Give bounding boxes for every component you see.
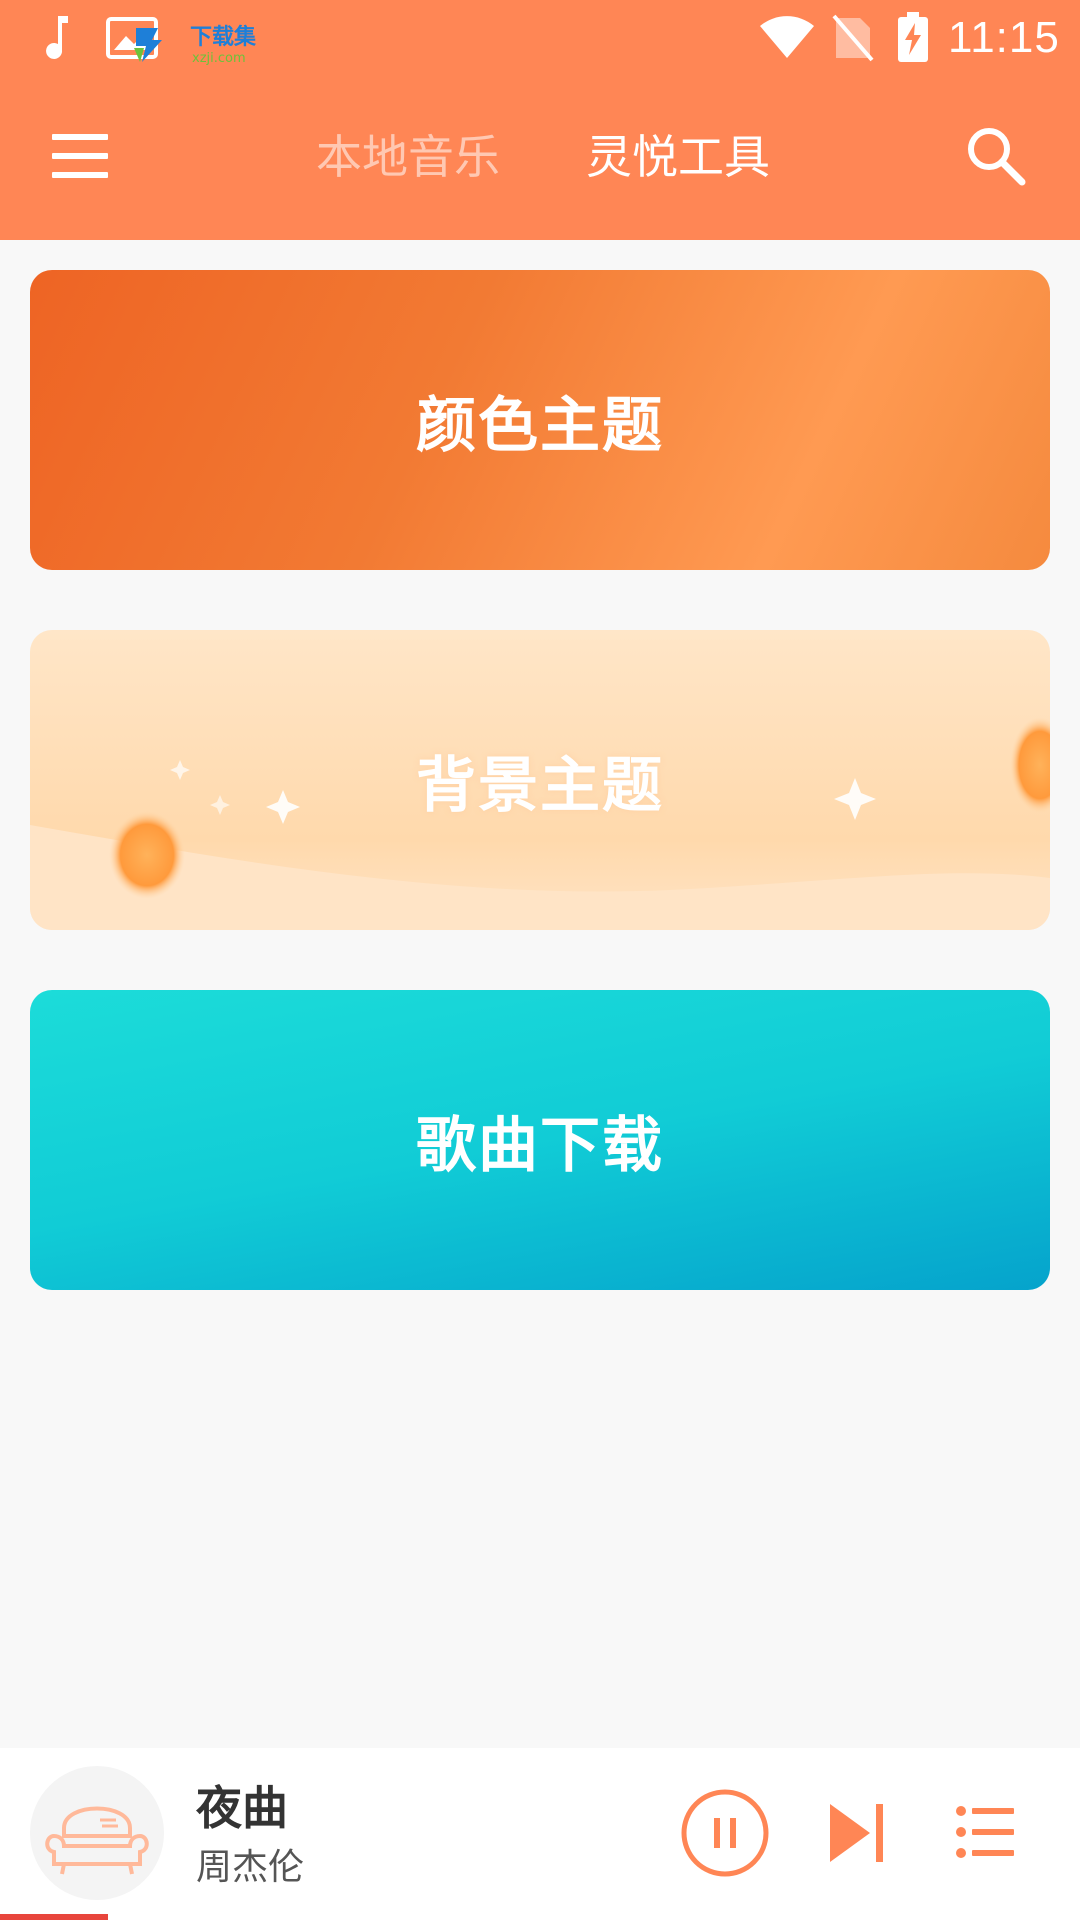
watermark-text: 下载集 — [190, 24, 257, 50]
toolbar: 本地音乐 灵悦工具 — [0, 78, 1080, 240]
tab-local-music[interactable]: 本地音乐 — [316, 122, 500, 192]
song-download-card[interactable]: 歌曲下载 — [30, 990, 1050, 1290]
sofa-placeholder-icon — [45, 1806, 149, 1875]
pause-icon[interactable] — [680, 1788, 770, 1878]
skip-next-icon[interactable] — [826, 1800, 890, 1866]
watermark-logo: 下载集 xzji.com — [134, 24, 257, 66]
watermark-sub: xzji.com — [192, 51, 246, 66]
background-theme-label: 背景主题 — [416, 750, 664, 821]
tab-tools[interactable]: 灵悦工具 — [586, 122, 770, 192]
song-download-label: 歌曲下载 — [416, 1110, 664, 1181]
background-theme-card[interactable]: 背景主题 — [30, 630, 1050, 930]
top-bar: 下载集 xzji.com 11:15 本地音乐 灵悦工具 — [0, 0, 1080, 240]
status-time: 11:15 — [948, 13, 1060, 62]
mini-player[interactable]: 夜曲 周杰伦 — [0, 1748, 1080, 1920]
album-cover[interactable] — [30, 1766, 164, 1900]
search-icon[interactable] — [964, 124, 1028, 188]
song-title[interactable]: 夜曲 — [196, 1780, 288, 1836]
color-theme-label: 颜色主题 — [416, 390, 664, 461]
hamburger-menu-icon[interactable] — [52, 134, 114, 178]
playback-progress[interactable] — [0, 1914, 1080, 1920]
wifi-icon — [760, 16, 814, 58]
playlist-icon[interactable] — [956, 1804, 1014, 1860]
playback-progress-fill — [0, 1914, 108, 1920]
color-theme-card[interactable]: 颜色主题 — [30, 270, 1050, 570]
song-artist[interactable]: 周杰伦 — [196, 1844, 304, 1892]
status-bar: 下载集 xzji.com 11:15 — [0, 0, 1080, 78]
app-root: 下载集 xzji.com 11:15 本地音乐 灵悦工具 颜色主题 背景主题 歌… — [0, 0, 1080, 1920]
battery-charging-icon — [898, 12, 928, 62]
no-sim-icon — [832, 14, 874, 62]
music-note-icon — [46, 16, 68, 59]
